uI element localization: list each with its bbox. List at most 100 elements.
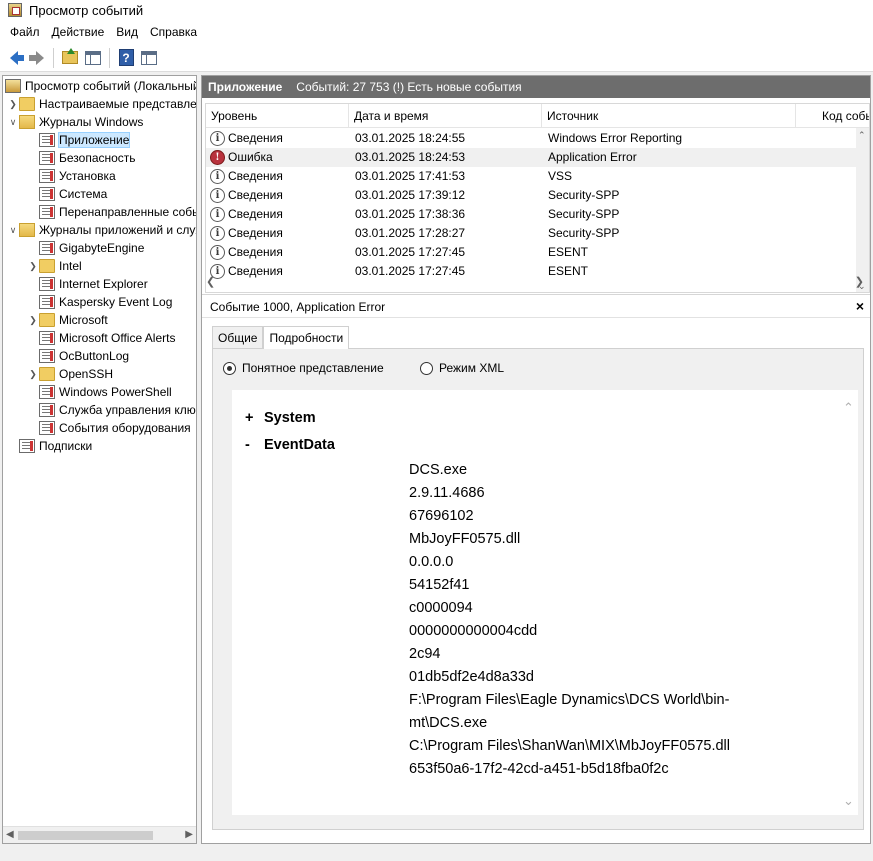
grid-scroll-left-icon[interactable]: ❮ [206, 275, 215, 288]
tree-item[interactable]: ❯ Настраиваемые представления [7, 95, 196, 113]
scroll-up-icon[interactable]: ⌃ [843, 400, 854, 416]
forward-arrow-icon [29, 50, 44, 65]
event-row[interactable]: i Сведения 03.01.2025 17:27:45 ESENT [206, 262, 858, 281]
close-icon[interactable]: × [856, 298, 864, 314]
event-row[interactable]: i Сведения 03.01.2025 17:39:12 Security-SPP [206, 186, 858, 205]
event-data-value: C:\Program Files\ShanWan\MIX\MbJoyFF0575… [409, 738, 730, 754]
navigation-tree[interactable]: Просмотр событий (Локальный) ❯ Настраивае… [2, 75, 197, 844]
chevron-right-icon[interactable]: ❯ [27, 369, 39, 380]
column-event-id[interactable]: Код события [817, 104, 869, 128]
tab-details[interactable]: Подробности [263, 326, 350, 349]
info-icon: i [210, 226, 225, 241]
folder-open-icon [19, 115, 35, 129]
event-data-value: 2c94 [409, 646, 441, 662]
tree-item[interactable]: Приложение [27, 131, 131, 149]
chevron-down-icon[interactable]: ∨ [7, 117, 19, 128]
tree-item[interactable]: Windows PowerShell [27, 383, 172, 401]
log-icon [39, 205, 55, 219]
xml-view-label: Режим XML [439, 361, 505, 375]
tree-item-label: OcButtonLog [59, 349, 130, 363]
tree-item-label: Подписки [39, 439, 93, 453]
tree-item[interactable]: Система [27, 185, 107, 203]
event-row[interactable]: i Сведения 03.01.2025 18:24:55 Windows Erro… [206, 129, 858, 148]
tree-item-label: Журналы Windows [39, 115, 144, 129]
column-datetime[interactable]: Дата и время [349, 104, 542, 128]
window-title: Просмотр событий [29, 2, 144, 18]
details-vertical-scrollbar[interactable]: ⌃ ⌄ [841, 390, 858, 815]
event-row[interactable]: i Сведения 03.01.2025 17:38:36 Security-SPP [206, 205, 858, 224]
folder-icon [39, 313, 55, 327]
scroll-thumb[interactable] [18, 831, 153, 840]
event-data-value: F:\Program Files\Eagle Dynamics\DCS Worl… [409, 692, 730, 708]
menu-help[interactable]: Справка [144, 25, 203, 39]
tree-root[interactable]: Просмотр событий (Локальный) [5, 77, 196, 95]
xml-view-option[interactable]: Режим XML [420, 361, 504, 375]
event-level-text: Ошибка [228, 150, 273, 164]
radio-unselected-icon[interactable] [420, 361, 433, 375]
scroll-up-icon[interactable]: ⌃ [858, 130, 866, 141]
tree-item-label: Intel [59, 259, 82, 273]
tree-item[interactable]: Безопасность [27, 149, 136, 167]
menu-view[interactable]: Вид [110, 25, 144, 39]
info-icon: i [210, 169, 225, 184]
collapse-icon[interactable]: - [245, 437, 264, 453]
chevron-right-icon[interactable]: ❯ [27, 315, 39, 326]
tree-item[interactable]: ❯ OpenSSH [27, 365, 113, 383]
scroll-right-icon[interactable]: ▶ [185, 829, 193, 840]
tree-item[interactable]: ∨ Журналы приложений и служб [7, 221, 196, 239]
up-level-button[interactable] [60, 48, 80, 68]
tree-item-label: GigabyteEngine [59, 241, 145, 255]
tree-item[interactable]: Microsoft Office Alerts [27, 329, 175, 347]
chevron-right-icon[interactable]: ❯ [7, 99, 19, 110]
radio-selected-icon[interactable] [223, 361, 236, 375]
tree-horizontal-scrollbar[interactable]: ◀ ▶ [3, 826, 196, 843]
chevron-down-icon[interactable]: ∨ [7, 225, 19, 236]
tree-item-label: Microsoft [59, 313, 108, 327]
tree-item[interactable]: Kaspersky Event Log [27, 293, 172, 311]
event-data-value: MbJoyFF0575.dll [409, 531, 521, 547]
friendly-view-option[interactable]: Понятное представление [223, 361, 384, 375]
tree-item[interactable]: ❯ Intel [27, 257, 82, 275]
tree-item[interactable]: ∨ Журналы Windows [7, 113, 143, 131]
tree-item[interactable]: Установка [27, 167, 116, 185]
pane-splitter[interactable] [202, 294, 870, 295]
help-button[interactable]: ? [116, 48, 136, 68]
show-action-pane-button[interactable] [139, 48, 159, 68]
event-data-value: c0000094 [409, 600, 473, 616]
event-row[interactable]: ! Ошибка 03.01.2025 18:24:53 Application Er… [206, 148, 858, 167]
event-data-value: 54152f41 [409, 577, 470, 593]
system-section[interactable]: + System [245, 410, 316, 426]
events-grid[interactable]: Уровень Дата и время Источник Код событи… [205, 103, 870, 293]
column-level[interactable]: Уровень [206, 104, 349, 128]
tree-item[interactable]: Internet Explorer [27, 275, 148, 293]
grid-vertical-scrollbar[interactable]: ⌃ ⌄ [856, 128, 869, 292]
tree-item[interactable]: GigabyteEngine [27, 239, 144, 257]
tree-item[interactable]: OcButtonLog [27, 347, 129, 365]
tab-general[interactable]: Общие [212, 326, 264, 348]
tree-item[interactable]: Служба управления ключами [27, 401, 196, 419]
show-hide-tree-button[interactable] [83, 48, 103, 68]
tree-item[interactable]: Подписки [7, 437, 92, 455]
column-source[interactable]: Источник [542, 104, 796, 128]
scroll-down-icon[interactable]: ⌄ [843, 793, 854, 809]
tree-item[interactable]: Перенаправленные события [27, 203, 196, 221]
event-source: ESENT [548, 245, 589, 259]
back-button[interactable] [4, 48, 24, 68]
menu-file[interactable]: Файл [4, 25, 46, 39]
event-datetime: 03.01.2025 18:24:55 [355, 131, 466, 145]
tree-item[interactable]: ❯ Microsoft [27, 311, 108, 329]
event-row[interactable]: i Сведения 03.01.2025 17:27:45 ESENT [206, 243, 858, 262]
log-icon [39, 187, 55, 201]
scroll-left-icon[interactable]: ◀ [6, 829, 14, 840]
forward-button[interactable] [27, 48, 47, 68]
event-data-value: 67696102 [409, 508, 474, 524]
tree-item[interactable]: События оборудования [27, 419, 191, 437]
menu-action[interactable]: Действие [46, 25, 111, 39]
grid-scroll-right-icon[interactable]: ❯ [855, 275, 864, 288]
event-row[interactable]: i Сведения 03.01.2025 17:41:53 VSS [206, 167, 858, 186]
event-row[interactable]: i Сведения 03.01.2025 17:28:27 Security-SPP [206, 224, 858, 243]
event-source: ESENT [548, 264, 589, 278]
chevron-right-icon[interactable]: ❯ [27, 261, 39, 272]
eventdata-section[interactable]: - EventData [245, 437, 335, 453]
expand-icon[interactable]: + [245, 410, 264, 426]
